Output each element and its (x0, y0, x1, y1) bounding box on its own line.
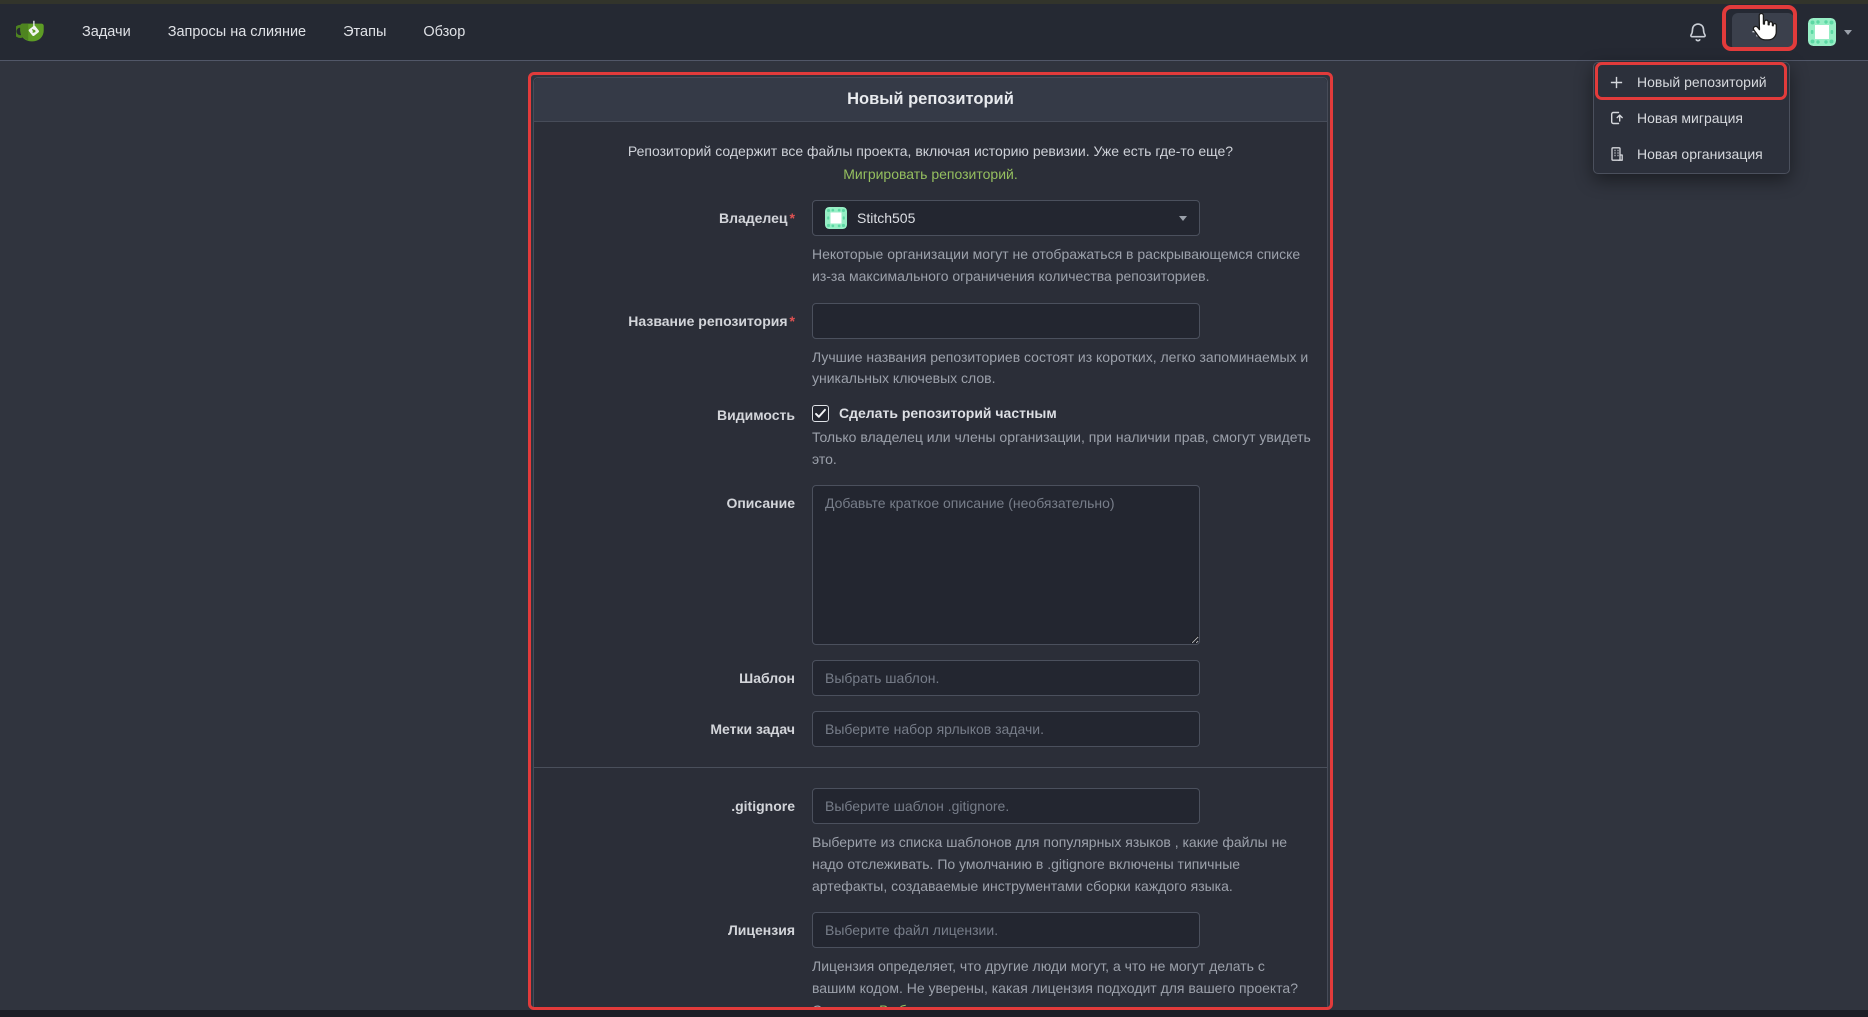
owner-select[interactable]: Stitch505 (812, 200, 1200, 236)
repo-name-label: Название репозитория* (550, 303, 795, 390)
create-new-dropdown: Новый репозиторий Новая миграция Новая о… (1593, 62, 1790, 174)
issue-labels-label: Метки задач (550, 711, 795, 747)
gitea-logo-icon[interactable] (16, 18, 48, 46)
primary-nav: Задачи Запросы на слияние Этапы Обзор (82, 24, 465, 40)
label-text: Название репозитория (628, 313, 787, 329)
gitignore-label: .gitignore (550, 788, 795, 897)
menu-item-label: Новая миграция (1637, 110, 1743, 126)
nav-item-milestones[interactable]: Этапы (343, 24, 386, 40)
description-label: Описание (550, 485, 795, 645)
field-row-template: Шаблон (550, 660, 1311, 696)
template-input[interactable] (812, 660, 1200, 696)
menu-item-new-repository[interactable]: Новый репозиторий (1594, 64, 1789, 100)
license-input[interactable] (812, 912, 1200, 948)
license-help-text: Лицензия определяет, что другие люди мог… (812, 956, 1311, 1017)
menu-item-new-migration[interactable]: Новая миграция (1594, 100, 1789, 136)
issue-labels-input[interactable] (812, 711, 1200, 747)
menu-item-new-organization[interactable]: Новая организация (1594, 136, 1789, 172)
field-row-issue-labels: Метки задач (550, 711, 1311, 747)
label-text: Лицензия (728, 922, 795, 938)
plus-icon (1608, 75, 1625, 90)
chevron-down-icon (1844, 30, 1852, 35)
gitignore-help-text: Выберите из списка шаблонов для популярн… (812, 832, 1311, 897)
nav-item-pull-requests[interactable]: Запросы на слияние (168, 24, 306, 40)
visibility-help-text: Только владелец или члены организации, п… (812, 427, 1311, 470)
form-intro-text: Репозиторий содержит все файлы проекта, … (550, 138, 1311, 186)
field-row-visibility: Видимость Сделать репозиторий частным То… (550, 405, 1311, 470)
user-menu-trigger[interactable] (1808, 18, 1852, 46)
top-navbar: Задачи Запросы на слияние Этапы Обзор + (0, 4, 1868, 61)
page-title: Новый репозиторий (847, 90, 1014, 108)
license-label: Лицензия (550, 912, 795, 1017)
field-row-repo-name: Название репозитория* Лучшие названия ре… (550, 303, 1311, 390)
visibility-label: Видимость (550, 405, 795, 470)
owner-selected-value: Stitch505 (857, 210, 1171, 226)
form-body: Репозиторий содержит все файлы проекта, … (534, 122, 1327, 1017)
label-text: .gitignore (731, 798, 795, 814)
label-text: Видимость (717, 407, 795, 423)
menu-item-label: Новый репозиторий (1637, 74, 1767, 90)
user-avatar (1808, 18, 1836, 46)
nav-item-issues[interactable]: Задачи (82, 24, 131, 40)
nav-item-explore[interactable]: Обзор (423, 24, 465, 40)
menu-item-label: Новая организация (1637, 146, 1763, 162)
field-row-license: Лицензия Лицензия определяет, что другие… (550, 912, 1311, 1017)
private-checkbox[interactable] (812, 405, 829, 422)
form-header: Новый репозиторий (534, 78, 1327, 122)
notifications-bell-icon[interactable] (1686, 20, 1710, 44)
label-text: Шаблон (739, 670, 795, 686)
field-row-description: Описание (550, 485, 1311, 645)
owner-label: Владелец* (550, 200, 795, 287)
section-divider (534, 767, 1327, 768)
migrate-repository-link[interactable]: Мигрировать репозиторий. (843, 166, 1018, 182)
organization-icon (1608, 146, 1625, 162)
required-asterisk: * (790, 313, 795, 329)
owner-help-text: Некоторые организации могут не отображат… (812, 244, 1311, 287)
cursor-pointer-icon (1751, 13, 1779, 48)
field-row-owner: Владелец* Stitch505 Некотор (550, 200, 1311, 287)
field-row-gitignore: .gitignore Выберите из списка шаблонов д… (550, 788, 1311, 897)
window-bottom-strip (0, 1010, 1868, 1017)
owner-avatar (825, 207, 847, 229)
required-asterisk: * (790, 210, 795, 226)
description-textarea[interactable] (812, 485, 1200, 645)
gitignore-input[interactable] (812, 788, 1200, 824)
private-checkbox-label[interactable]: Сделать репозиторий частным (839, 405, 1057, 421)
intro-static-text: Репозиторий содержит все файлы проекта, … (628, 143, 1233, 159)
label-text: Метки задач (710, 721, 795, 737)
repo-name-help-text: Лучшие названия репозиториев состоят из … (812, 347, 1311, 390)
chevron-down-icon (1179, 216, 1187, 221)
migrate-icon (1608, 110, 1625, 126)
template-label: Шаблон (550, 660, 795, 696)
new-repository-form: Новый репозиторий Репозиторий содержит в… (533, 77, 1328, 1017)
label-text: Описание (726, 495, 795, 511)
repo-name-input[interactable] (812, 303, 1200, 339)
label-text: Владелец (719, 210, 788, 226)
